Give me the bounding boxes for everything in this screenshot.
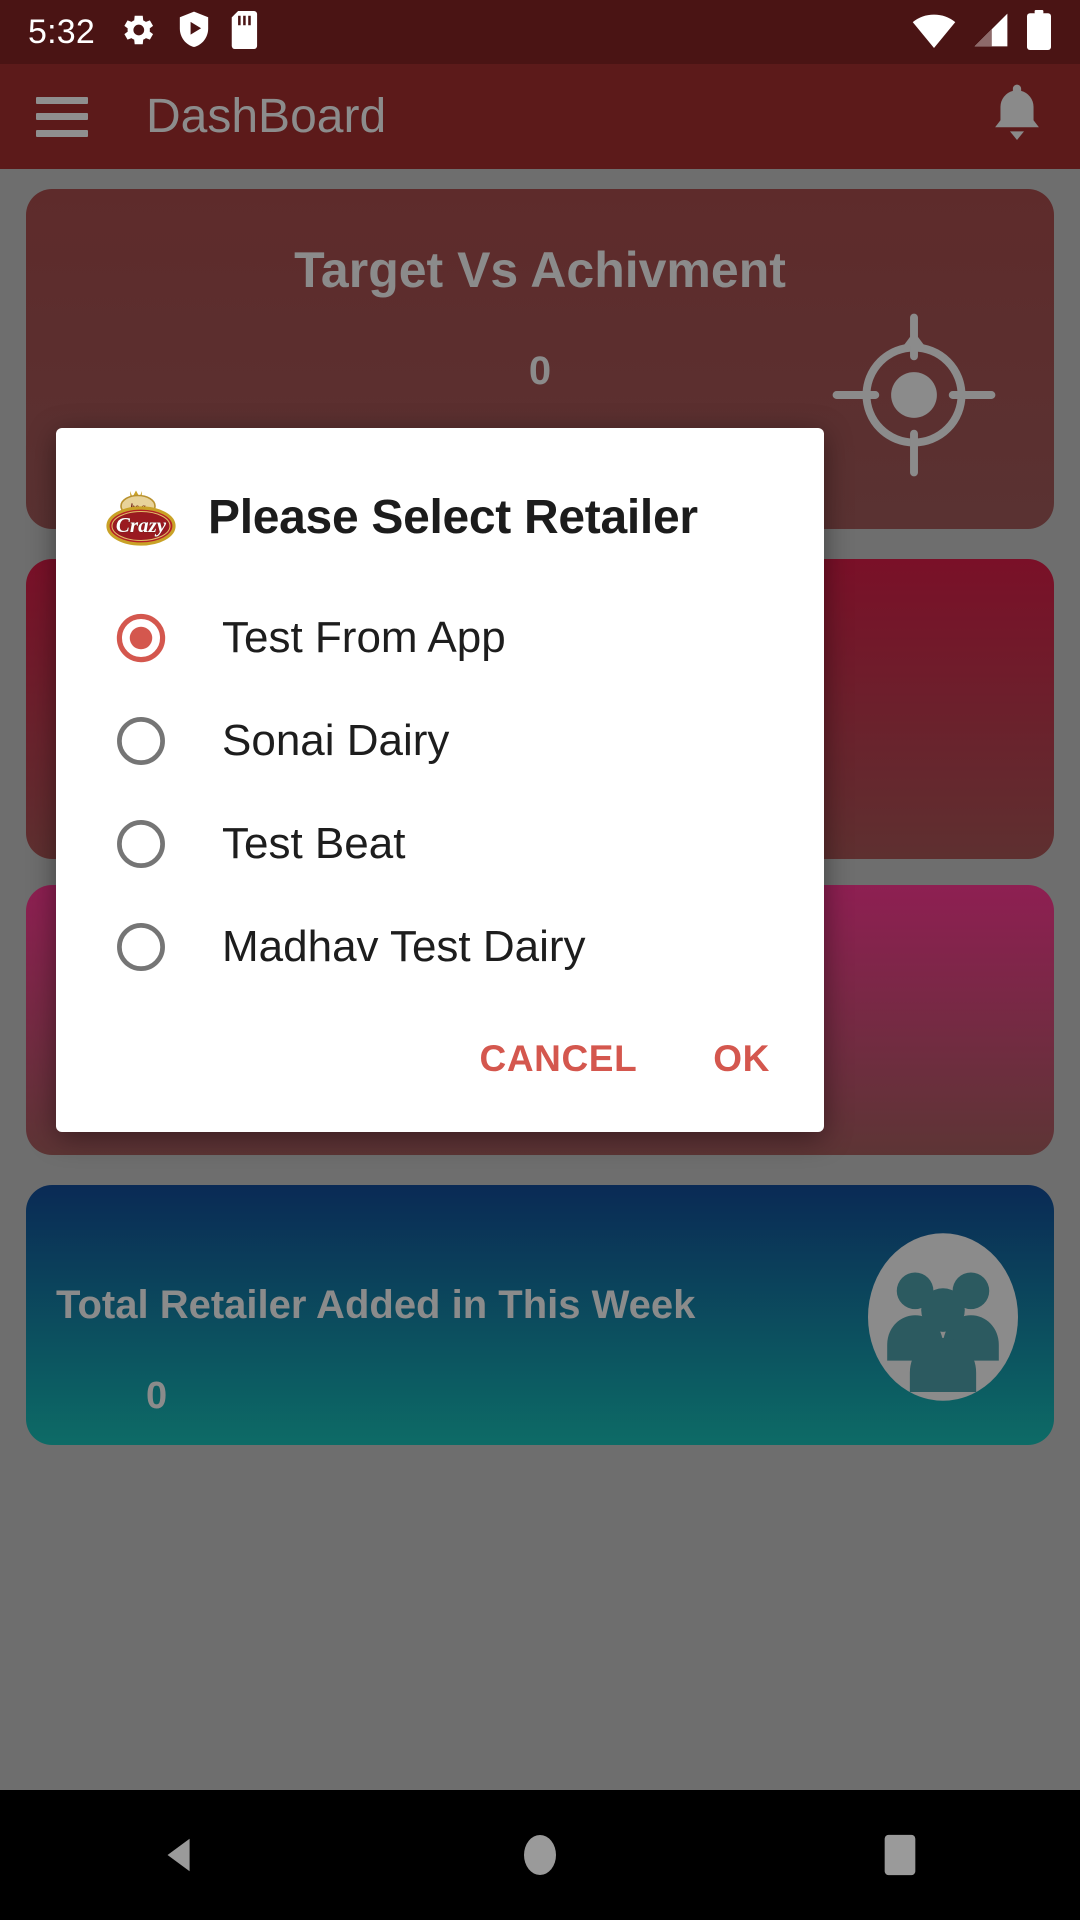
radio-option-row[interactable]: Test Beat <box>56 792 824 895</box>
phone-screen: 5:32 DashBoard Target Vs Achivment 0 Tot… <box>0 0 1080 1920</box>
radio-button-selected-icon[interactable] <box>114 611 168 665</box>
bell-icon[interactable] <box>990 83 1044 150</box>
option-label: Madhav Test Dairy <box>222 921 586 971</box>
recents-square-icon[interactable] <box>840 1832 960 1878</box>
dialog-title: Please Select Retailer <box>208 490 698 544</box>
status-right-icons <box>912 9 1052 55</box>
radio-button-unselected-icon[interactable] <box>114 714 168 768</box>
ok-button[interactable]: OK <box>709 1030 774 1088</box>
dialog-header: be a Crazy Please Select Retailer <box>56 428 824 580</box>
card-total-retailer-week[interactable]: Total Retailer Added in This Week 0 <box>26 1185 1054 1445</box>
option-label: Sonai Dairy <box>222 715 450 765</box>
people-group-icon <box>868 1233 1018 1406</box>
status-clock: 5:32 <box>28 12 95 51</box>
status-left-icons <box>119 10 261 54</box>
target-crosshair-icon <box>826 307 1002 488</box>
radio-button-unselected-icon[interactable] <box>114 817 168 871</box>
card-title: Total Retailer Added in This Week <box>56 1283 696 1327</box>
radio-button-unselected-icon[interactable] <box>114 920 168 974</box>
radio-option-row[interactable]: Madhav Test Dairy <box>56 895 824 998</box>
battery-icon <box>1026 9 1052 55</box>
cancel-button[interactable]: CANCEL <box>476 1030 642 1088</box>
option-label: Test Beat <box>222 818 406 868</box>
retailer-options-list: Test From App Sonai Dairy Test Beat Madh… <box>56 580 824 1018</box>
wifi-icon <box>912 12 956 53</box>
status-bar: 5:32 <box>0 0 1080 64</box>
svg-text:Crazy: Crazy <box>116 513 167 537</box>
app-bar: DashBoard <box>0 64 1080 169</box>
sd-card-icon <box>231 10 261 54</box>
android-nav-bar <box>0 1790 1080 1920</box>
option-label: Test From App <box>222 612 506 662</box>
gear-icon <box>119 11 157 54</box>
dialog-actions: CANCEL OK <box>56 1018 824 1132</box>
radio-option-row[interactable]: Sonai Dairy <box>56 689 824 792</box>
home-circle-icon[interactable] <box>480 1831 600 1879</box>
page-title: DashBoard <box>146 90 387 143</box>
signal-icon <box>970 12 1012 53</box>
select-retailer-dialog: be a Crazy Please Select Retailer <box>56 428 824 1132</box>
crazy-brand-logo: be a Crazy <box>100 486 180 548</box>
hamburger-menu-icon[interactable] <box>36 96 88 137</box>
card-title: Target Vs Achivment <box>294 242 786 298</box>
card-value: 0 <box>146 1375 168 1417</box>
shield-play-icon <box>177 11 211 54</box>
radio-option-row[interactable]: Test From App <box>56 586 824 689</box>
back-triangle-icon[interactable] <box>120 1832 240 1878</box>
